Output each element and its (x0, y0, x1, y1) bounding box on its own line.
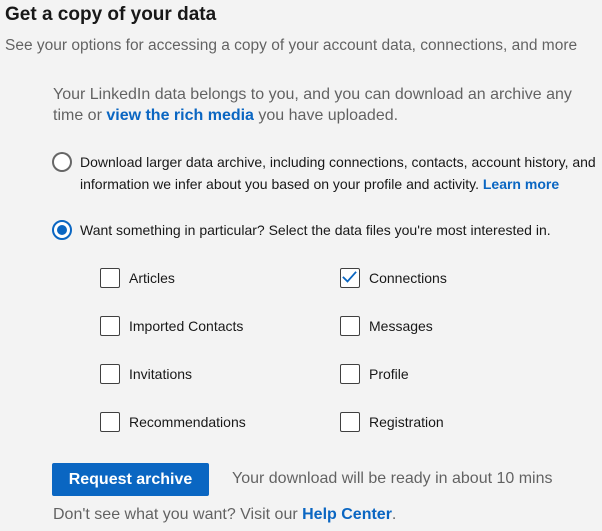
invitations-checkbox[interactable] (100, 364, 120, 384)
profile-label: Profile (369, 366, 409, 382)
recommendations-checkbox[interactable] (100, 412, 120, 432)
view-rich-media-link[interactable]: view the rich media (106, 107, 254, 124)
learn-more-link[interactable]: Learn more (483, 176, 559, 192)
checkbox-imported-contacts[interactable]: Imported Contacts (100, 315, 243, 337)
messages-label: Messages (369, 318, 433, 334)
footer-text-after: . (391, 506, 397, 523)
connections-label: Connections (369, 270, 447, 286)
page-title: Get a copy of your data (5, 4, 217, 25)
registration-checkbox[interactable] (340, 412, 360, 432)
intro-text: Your LinkedIn data belongs to you, and y… (53, 84, 593, 126)
connections-checkbox[interactable] (340, 268, 360, 288)
download-ready-text: Your download will be ready in about 10 … (232, 470, 553, 487)
intro-text-after: you have uploaded. (253, 107, 399, 124)
footer-text-before: Don't see what you want? Visit our (53, 506, 303, 523)
articles-checkbox[interactable] (100, 268, 120, 288)
data-export-panel: Get a copy of your data See your options… (0, 0, 602, 531)
invitations-label: Invitations (129, 366, 193, 382)
recommendations-label: Recommendations (129, 414, 246, 430)
checkmark-icon (342, 271, 357, 283)
option-full-archive[interactable]: Download larger data archive, including … (52, 151, 597, 195)
profile-checkbox[interactable] (340, 364, 360, 384)
particular-radio[interactable] (52, 220, 72, 240)
request-archive-button[interactable]: Request archive (52, 463, 209, 496)
messages-checkbox[interactable] (340, 316, 360, 336)
help-center-link[interactable]: Help Center (302, 506, 392, 523)
checkbox-connections[interactable]: Connections (340, 267, 447, 289)
articles-label: Articles (129, 270, 175, 286)
particular-label: Want something in particular? Select the… (80, 222, 551, 238)
checkbox-profile[interactable]: Profile (340, 363, 409, 385)
page-subtitle: See your options for accessing a copy of… (5, 37, 578, 54)
option-particular[interactable]: Want something in particular? Select the… (52, 219, 597, 241)
full-archive-label: Download larger data archive, including … (80, 151, 597, 195)
registration-label: Registration (369, 414, 444, 430)
imported-contacts-checkbox[interactable] (100, 316, 120, 336)
footer-text: Don't see what you want? Visit our Help … (53, 506, 396, 524)
checkbox-recommendations[interactable]: Recommendations (100, 411, 246, 433)
checkbox-registration[interactable]: Registration (340, 411, 444, 433)
checkbox-invitations[interactable]: Invitations (100, 363, 192, 385)
checkbox-articles[interactable]: Articles (100, 267, 175, 289)
checkbox-messages[interactable]: Messages (340, 315, 433, 337)
full-archive-radio[interactable] (52, 152, 72, 172)
imported-contacts-label: Imported Contacts (129, 318, 244, 334)
